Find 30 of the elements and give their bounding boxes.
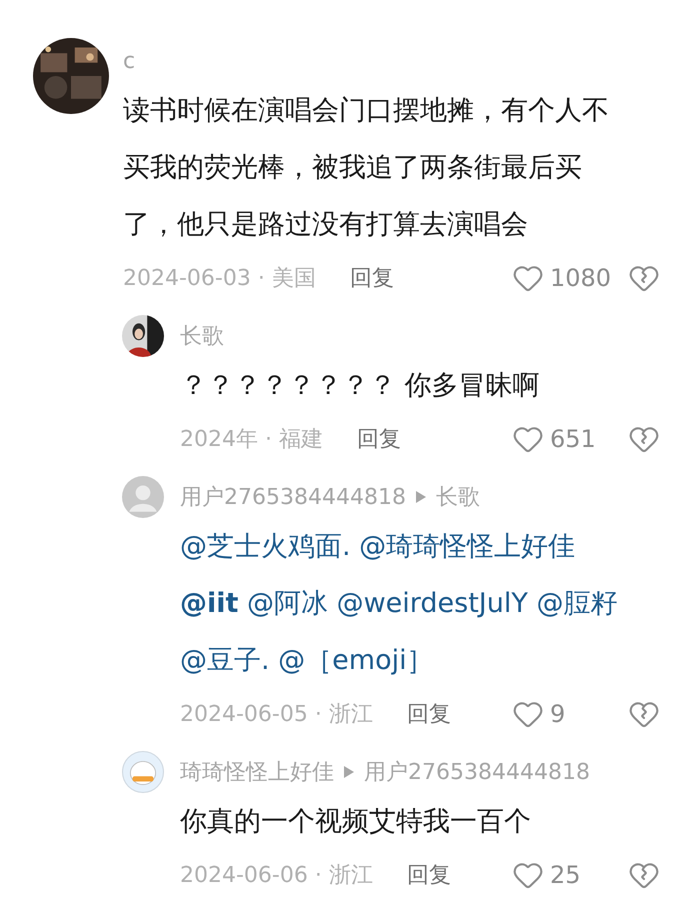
comment-text: ？？？？？？？？ 你多冒昧啊 — [180, 368, 540, 402]
date-location: 2024-06-06 · 浙江 — [180, 862, 373, 890]
comment-text: @芝士火鸡面. @琦琦怪怪上好佳 — [180, 530, 576, 564]
comment-text: @豆子. @［emoji］ — [180, 644, 434, 678]
date-location: 2024年 · 福建 — [180, 426, 323, 454]
reply-link[interactable]: 回复 — [406, 858, 451, 892]
comment-text: 读书时候在演唱会门口摆地摊，有个人不 — [123, 94, 609, 128]
avatar-icon — [122, 476, 164, 518]
reply-link[interactable]: 回复 — [406, 698, 451, 730]
comment-text: 你真的一个视频艾特我一百个 — [180, 804, 531, 838]
user-name[interactable]: 琦琦怪怪上好佳 — [180, 756, 334, 788]
user-name[interactable]: 用户2765384444818 — [364, 756, 590, 788]
like-count: 9 — [550, 699, 566, 730]
user-name[interactable]: 长歌 — [436, 480, 480, 514]
user-name[interactable]: c — [123, 44, 136, 78]
like-count: 25 — [550, 860, 581, 891]
like-count: 1080 — [550, 263, 612, 294]
user-name[interactable]: 长歌 — [180, 320, 224, 352]
like-count: 651 — [550, 424, 596, 455]
triangle-icon — [416, 491, 426, 503]
date-location: 2024-06-05 · 浙江 — [180, 700, 373, 728]
triangle-icon — [344, 766, 354, 778]
reply-link[interactable]: 回复 — [350, 262, 394, 294]
user-name[interactable]: 用户2765384444818 — [180, 480, 406, 514]
comment-text: 了，他只是路过没有打算去演唱会 — [123, 208, 528, 242]
comment-text: 买我的荧光棒，被我追了两条街最后买 — [123, 150, 582, 184]
date-location: 2024-06-03 · 美国 — [123, 264, 316, 292]
comment-text: @iit @阿冰 @weirdestJulY @脰籽 — [180, 586, 618, 620]
reply-link[interactable]: 回复 — [356, 422, 401, 456]
avatar-icon — [122, 751, 164, 793]
